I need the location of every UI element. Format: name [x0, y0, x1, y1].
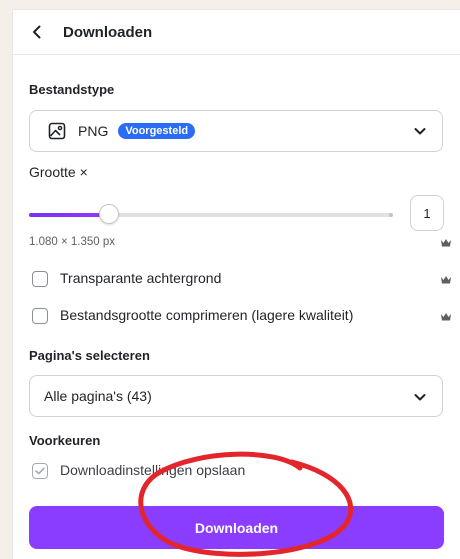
- compress-label: Bestandsgrootte comprimeren (lagere kwal…: [60, 307, 354, 323]
- save-settings-label: Downloadinstellingen opslaan: [60, 462, 246, 478]
- slider-fill: [29, 213, 109, 217]
- suggested-badge: Voorgesteld: [118, 123, 196, 139]
- size-label: Grootte ×: [29, 164, 88, 180]
- download-button-label: Downloaden: [194, 519, 279, 536]
- transparent-bg-label: Transparante achtergrond: [60, 270, 222, 286]
- pages-value: Alle pagina's (43): [44, 388, 152, 404]
- file-type-select[interactable]: PNG Voorgesteld: [29, 110, 443, 152]
- pages-label: Pagina's selecteren: [29, 348, 150, 363]
- size-slider[interactable]: [29, 204, 393, 224]
- chevron-down-icon: [414, 394, 426, 401]
- checkmark-icon: [35, 467, 45, 475]
- crown-icon: [441, 313, 451, 321]
- crown-icon: [441, 239, 451, 247]
- slider-end-marker: [389, 213, 393, 217]
- preferences-label: Voorkeuren: [29, 433, 101, 448]
- panel-title: Downloaden: [63, 23, 153, 41]
- size-multiplier-value: 1: [423, 205, 431, 221]
- panel-header: Downloaden: [13, 10, 460, 55]
- slider-thumb[interactable]: [99, 204, 119, 224]
- download-button[interactable]: Downloaden: [29, 506, 444, 549]
- back-button[interactable]: [25, 20, 49, 44]
- download-panel: Downloaden Bestandstype PNG Voorgesteld …: [13, 10, 460, 559]
- chevron-down-icon: [414, 128, 426, 135]
- file-type-value: PNG: [78, 123, 109, 139]
- size-dimensions: 1.080 × 1.350 px: [29, 236, 116, 248]
- image-file-icon: [48, 122, 66, 140]
- back-chevron-icon: [33, 25, 41, 39]
- save-settings-checkbox[interactable]: [32, 463, 48, 479]
- crown-icon: [441, 276, 451, 284]
- pages-select[interactable]: Alle pagina's (43): [29, 375, 443, 417]
- transparent-bg-checkbox[interactable]: [32, 271, 48, 287]
- compress-checkbox[interactable]: [32, 308, 48, 324]
- size-multiplier-input[interactable]: 1: [410, 195, 444, 231]
- file-type-label: Bestandstype: [29, 82, 115, 97]
